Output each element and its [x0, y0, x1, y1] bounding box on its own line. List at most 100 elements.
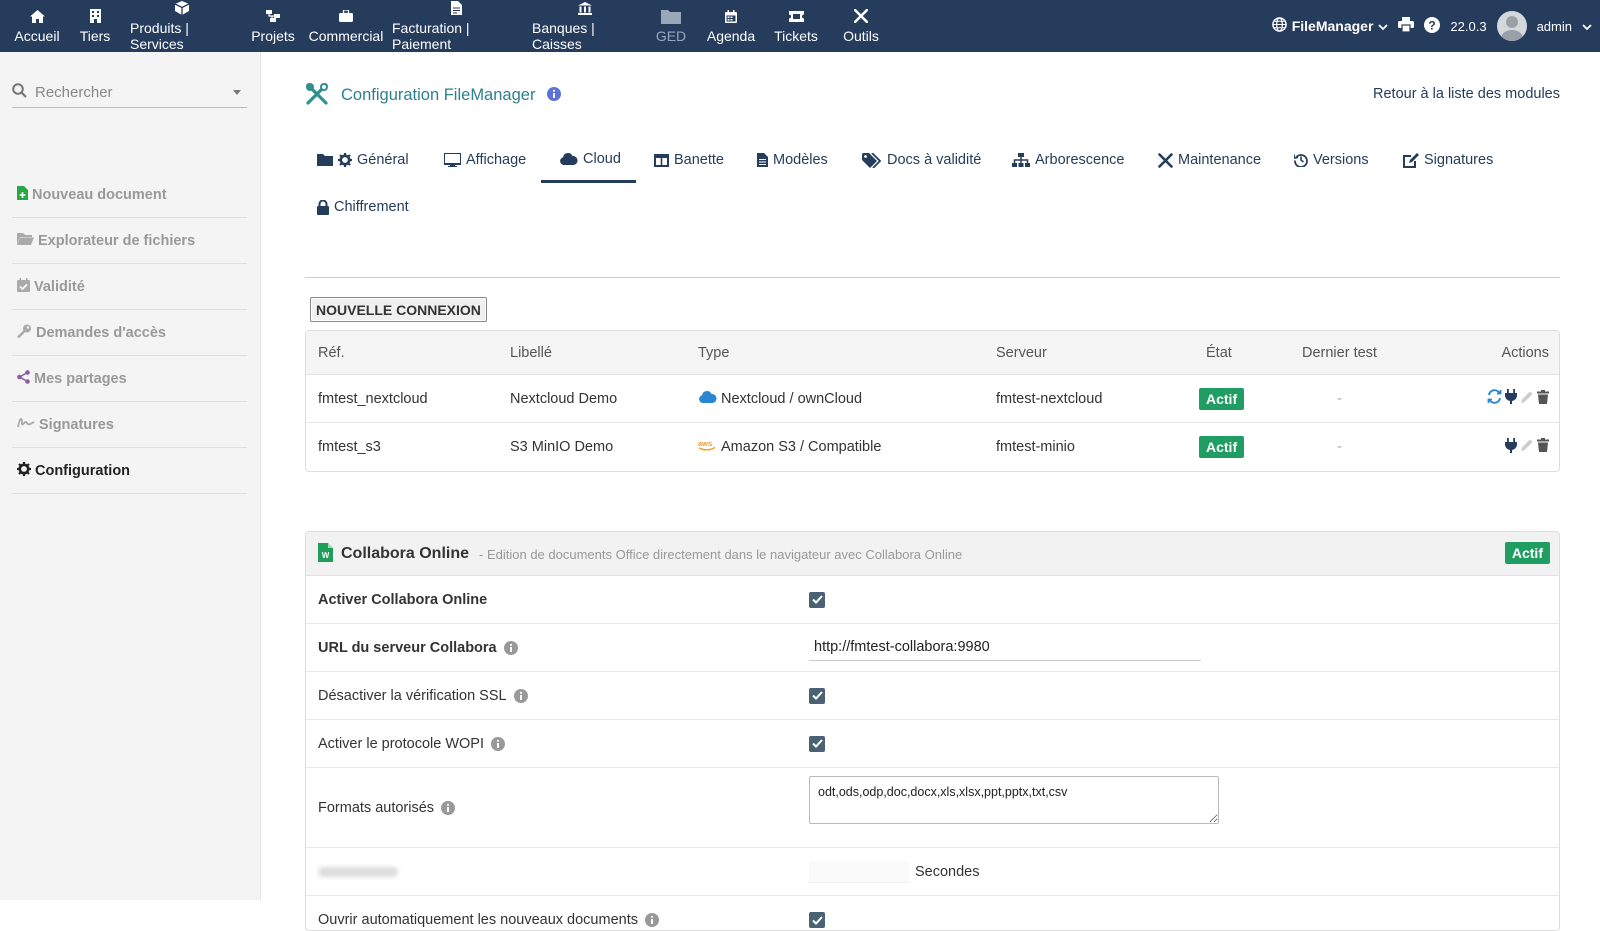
column-header-label[interactable]: Libellé	[510, 331, 552, 374]
topmenu-label: Projets	[251, 28, 295, 44]
lock-icon	[317, 199, 329, 215]
column-header-server[interactable]: Serveur	[996, 331, 1047, 374]
setting-row-url: URL du serveur Collabora	[306, 624, 1559, 672]
topmenu-outils[interactable]: Outils	[828, 0, 894, 52]
plug-icon[interactable]	[1505, 389, 1517, 408]
chevron-down-icon[interactable]	[1582, 18, 1592, 34]
info-icon[interactable]	[513, 688, 528, 703]
topmenu-banques[interactable]: Banques | Caisses	[526, 0, 644, 52]
topmenu-label: Commercial	[308, 28, 384, 44]
topmenu-ged[interactable]: GED	[644, 0, 698, 52]
key-icon	[17, 324, 32, 342]
edit-pencil-icon[interactable]	[1520, 390, 1534, 408]
cell-label: Nextcloud Demo	[510, 390, 618, 407]
table-row: fmtest_s3 S3 MinIO Demo aws Amazon S3 / …	[306, 423, 1559, 471]
sidebar-item-configuration[interactable]: Configuration	[12, 448, 247, 494]
calendar-check-icon	[17, 277, 30, 296]
info-icon[interactable]	[441, 800, 456, 815]
info-icon[interactable]	[491, 736, 505, 751]
tab-chiffrement[interactable]: Chiffrement	[315, 184, 411, 230]
file-text-icon	[757, 153, 768, 167]
desktop-icon	[444, 153, 461, 167]
top-menu: Accueil Tiers Produits | Services Projet…	[8, 0, 894, 52]
tab-label: Cloud	[583, 150, 621, 167]
disable-ssl-checkbox[interactable]	[809, 687, 825, 704]
tab-affichage[interactable]: Affichage	[442, 137, 528, 183]
sidebar-item-signatures[interactable]: Signatures	[12, 402, 247, 448]
tab-label: Modèles	[773, 152, 828, 168]
info-icon[interactable]	[644, 913, 659, 927]
topmenu-tickets[interactable]: Tickets	[764, 0, 828, 52]
table-row: fmtest_nextcloud Nextcloud Demo Nextclou…	[306, 375, 1559, 423]
sidebar-item-explorateur[interactable]: Explorateur de fichiers	[12, 218, 247, 264]
tab-versions[interactable]: Versions	[1292, 137, 1371, 183]
printer-icon[interactable]	[1398, 17, 1415, 35]
tab-maintenance[interactable]: Maintenance	[1156, 137, 1263, 183]
tools-icon	[854, 8, 868, 24]
user-name[interactable]: admin	[1537, 19, 1572, 34]
sidebar-item-mes-partages[interactable]: Mes partages	[12, 356, 247, 402]
tab-general[interactable]: Général	[315, 137, 411, 183]
setting-row-enable: Activer Collabora Online	[306, 576, 1559, 624]
back-to-modules-link[interactable]: Retour à la liste des modules	[1373, 86, 1560, 102]
tab-signatures[interactable]: Signatures	[1401, 137, 1495, 183]
topmenu-accueil[interactable]: Accueil	[8, 0, 66, 52]
topmenu-tiers[interactable]: Tiers	[66, 0, 124, 52]
row-actions	[1505, 423, 1549, 471]
setting-label: Formats autorisés	[318, 799, 435, 816]
top-navbar: Accueil Tiers Produits | Services Projet…	[0, 0, 1600, 52]
globe-icon	[1271, 17, 1287, 35]
calendar-icon	[725, 8, 737, 24]
column-header-ref[interactable]: Réf.	[318, 331, 345, 374]
tab-docs-validite[interactable]: Docs à validité	[860, 137, 983, 183]
topmenu-facturation[interactable]: Facturation | Paiement	[386, 0, 526, 52]
tab-banette[interactable]: Banette	[652, 137, 726, 183]
wopi-checkbox[interactable]	[809, 735, 825, 752]
setting-row-formats: Formats autorisés odt,ods,odp,doc,docx,x…	[306, 768, 1559, 848]
tags-icon	[862, 152, 882, 168]
connections-table: Réf. Libellé Type Serveur État Dernier t…	[305, 330, 1560, 472]
collabora-url-input[interactable]	[809, 634, 1201, 661]
cell-type: Nextcloud / ownCloud	[698, 375, 862, 422]
refresh-icon[interactable]	[1487, 389, 1502, 408]
topmenu-agenda[interactable]: Agenda	[698, 0, 764, 52]
help-icon[interactable]: ?	[1424, 16, 1441, 36]
sidebar-item-demandes-acces[interactable]: Demandes d'accès	[12, 310, 247, 356]
avatar[interactable]	[1496, 11, 1527, 41]
trash-icon[interactable]	[1537, 438, 1549, 456]
search-field[interactable]: Rechercher	[12, 78, 247, 108]
new-connection-button[interactable]: NOUVELLE CONNEXION	[310, 297, 487, 322]
column-header-type[interactable]: Type	[698, 331, 729, 374]
info-icon[interactable]	[503, 640, 518, 655]
column-header-state[interactable]: État	[1206, 331, 1232, 374]
edit-pencil-icon[interactable]	[1520, 438, 1534, 456]
column-header-last-test[interactable]: Dernier test	[1302, 331, 1377, 374]
sidebar-item-label: Explorateur de fichiers	[38, 232, 196, 249]
formats-textarea[interactable]: odt,ods,odp,doc,docx,xls,xlsx,ppt,pptx,t…	[809, 776, 1219, 824]
tab-modeles[interactable]: Modèles	[755, 137, 830, 183]
enable-collabora-checkbox[interactable]	[809, 591, 825, 608]
cell-ref: fmtest_nextcloud	[318, 390, 428, 407]
plug-icon[interactable]	[1505, 437, 1517, 457]
sidebar-item-nouveau-document[interactable]: Nouveau document	[12, 172, 247, 218]
timeout-input[interactable]	[809, 860, 909, 883]
topmenu-produits[interactable]: Produits | Services	[124, 0, 240, 52]
trash-icon[interactable]	[1537, 389, 1549, 408]
entity-selector[interactable]: FileManager	[1271, 17, 1389, 35]
cloud-icon	[559, 152, 578, 165]
cell-ref: fmtest_s3	[318, 439, 381, 455]
history-icon	[1294, 153, 1308, 167]
signature-icon	[17, 417, 35, 433]
sidebar-item-validite[interactable]: Validité	[12, 264, 247, 310]
topmenu-projets[interactable]: Projets	[240, 0, 306, 52]
info-icon[interactable]	[547, 87, 562, 104]
topmenu-label: Agenda	[706, 28, 756, 44]
topmenu-commercial[interactable]: Commercial	[306, 0, 386, 52]
auto-open-checkbox[interactable]	[809, 912, 825, 928]
setting-label: Ouvrir automatiquement les nouveaux docu…	[318, 912, 638, 928]
topmenu-label: Tiers	[79, 28, 111, 44]
status-badge: Actif	[1504, 542, 1550, 564]
tab-cloud[interactable]: Cloud	[541, 137, 636, 183]
tab-label: Versions	[1313, 152, 1369, 168]
tab-arborescence[interactable]: Arborescence	[1010, 137, 1126, 183]
